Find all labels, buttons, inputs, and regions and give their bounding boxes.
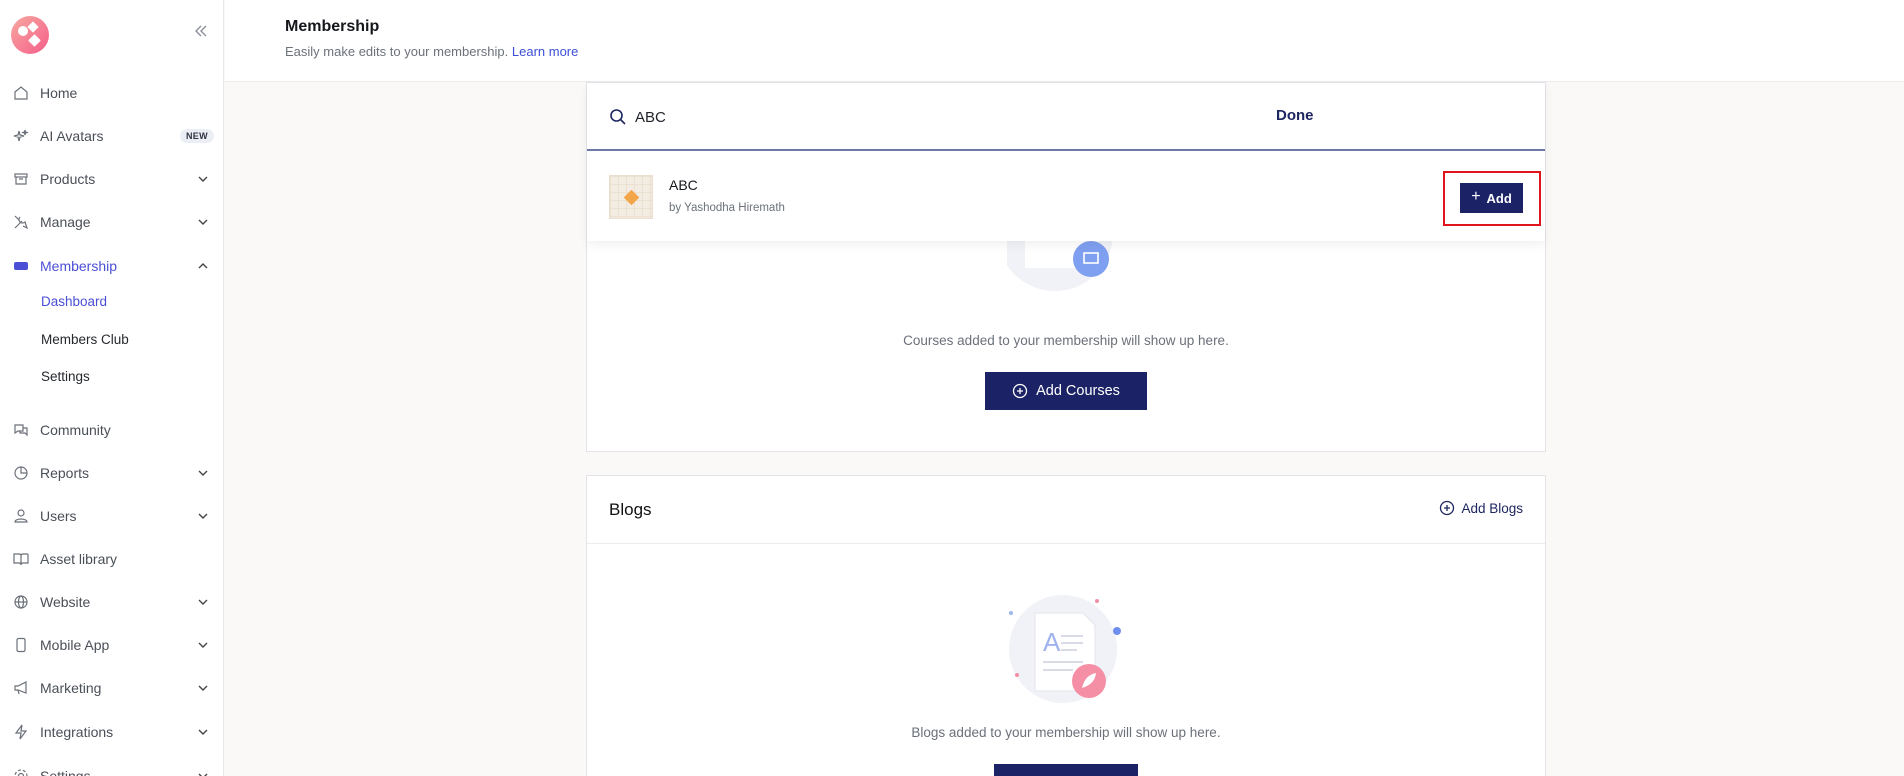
- chevron-down-icon: [196, 595, 210, 609]
- new-badge: NEW: [180, 129, 214, 143]
- sparkle-icon: [13, 128, 29, 144]
- mobile-icon: [13, 637, 29, 653]
- sidebar-item-products[interactable]: Products: [0, 160, 224, 198]
- chevron-down-icon: [196, 638, 210, 652]
- sidebar-item-label: Marketing: [40, 680, 102, 696]
- sidebar-item-ai-avatars[interactable]: AI Avatars NEW: [0, 117, 224, 155]
- course-title: ABC: [669, 177, 698, 193]
- blogs-empty-text: Blogs added to your membership will show…: [911, 725, 1221, 740]
- megaphone-icon: [13, 680, 29, 696]
- page-title: Membership: [285, 18, 380, 35]
- page-subtitle: Easily make edits to your membership. Le…: [285, 44, 578, 59]
- sidebar-item-asset-library[interactable]: Asset library: [0, 540, 224, 578]
- add-blogs-link[interactable]: Add Blogs: [1439, 500, 1523, 516]
- add-label: Add: [1486, 190, 1512, 206]
- course-author: by Yashodha Hiremath: [669, 202, 785, 214]
- search-input[interactable]: [635, 105, 1135, 129]
- sidebar-subitem-settings[interactable]: Settings: [41, 369, 90, 384]
- sidebar-item-manage[interactable]: Manage: [0, 203, 224, 241]
- plus-circle-icon: [1440, 500, 1455, 516]
- sidebar-item-integrations[interactable]: Integrations: [0, 713, 224, 751]
- box-icon: [13, 171, 29, 187]
- page-header: Membership Easily make edits to your mem…: [225, 0, 1904, 82]
- sidebar-item-label: Community: [40, 422, 111, 438]
- course-thumbnail: [609, 175, 653, 219]
- tools-icon: [13, 214, 29, 230]
- sidebar-item-label: Products: [40, 171, 96, 187]
- course-search-panel: Done ABC by Yashodha Hiremath + Add: [587, 83, 1545, 241]
- add-course-button[interactable]: + Add: [1460, 183, 1523, 213]
- blogs-illustration: A: [1009, 595, 1121, 703]
- sidebar-item-mobile-app[interactable]: Mobile App: [0, 626, 224, 664]
- home-icon: [13, 85, 29, 101]
- sidebar-item-label: Mobile App: [40, 637, 110, 653]
- learn-more-link[interactable]: Learn more: [512, 44, 578, 59]
- school-logo-icon[interactable]: [11, 16, 49, 54]
- lightning-icon: [13, 724, 29, 740]
- membership-icon: [13, 258, 29, 274]
- sidebar-item-label: AI Avatars: [40, 128, 104, 144]
- chevron-down-icon: [196, 509, 210, 523]
- chat-icon: [13, 422, 29, 438]
- sidebar-item-settings[interactable]: Settings: [0, 757, 224, 776]
- courses-empty-text: Courses added to your membership will sh…: [903, 333, 1229, 348]
- sidebar-subitem-dashboard[interactable]: Dashboard: [41, 294, 107, 309]
- sidebar-item-reports[interactable]: Reports: [0, 454, 224, 492]
- sidebar-item-label: Manage: [40, 214, 91, 230]
- add-blogs-label: Add Blogs: [1461, 500, 1523, 516]
- sidebar-item-community[interactable]: Community: [0, 411, 224, 449]
- sidebar-item-membership[interactable]: Membership: [0, 247, 224, 285]
- blogs-header: Blogs Add Blogs: [587, 476, 1545, 544]
- blogs-card: Blogs Add Blogs A Blogs added to your me…: [586, 475, 1546, 776]
- blogs-title: Blogs: [609, 500, 652, 519]
- search-result-item: ABC by Yashodha Hiremath + Add: [587, 151, 1545, 241]
- chevron-down-icon: [196, 681, 210, 695]
- globe-icon: [13, 594, 29, 610]
- add-courses-label: Add Courses: [1036, 383, 1120, 399]
- pie-chart-icon: [13, 465, 29, 481]
- sidebar-item-label: Asset library: [40, 551, 118, 567]
- svg-text:A: A: [1043, 627, 1061, 657]
- chevron-down-icon: [196, 725, 210, 739]
- add-blogs-button[interactable]: [994, 764, 1138, 776]
- user-icon: [13, 508, 29, 524]
- sidebar-item-label: Home: [40, 85, 78, 101]
- chevron-down-icon: [196, 215, 210, 229]
- plus-circle-icon: [1012, 383, 1028, 399]
- sidebar-subitem-members-club[interactable]: Members Club: [41, 332, 129, 347]
- done-button[interactable]: Done: [1276, 107, 1314, 124]
- add-courses-button[interactable]: Add Courses: [985, 372, 1147, 410]
- chevron-down-icon: [196, 769, 210, 776]
- search-row: Done: [587, 83, 1545, 151]
- sidebar-item-label: Users: [40, 508, 77, 524]
- sidebar-item-label: Reports: [40, 465, 90, 481]
- search-icon: [610, 109, 626, 125]
- sidebar-item-label: Settings: [40, 768, 91, 776]
- collapse-sidebar-icon[interactable]: [192, 22, 210, 40]
- sidebar-item-label: Membership: [40, 258, 118, 274]
- sidebar: Home AI Avatars NEW Products Manage Memb…: [0, 0, 224, 776]
- sidebar-item-label: Website: [40, 594, 91, 610]
- sidebar-item-home[interactable]: Home: [0, 74, 224, 112]
- sidebar-item-label: Integrations: [40, 724, 114, 740]
- gear-icon: [13, 768, 29, 776]
- chevron-down-icon: [196, 466, 210, 480]
- sidebar-item-marketing[interactable]: Marketing: [0, 669, 224, 707]
- sidebar-item-website[interactable]: Website: [0, 583, 224, 621]
- sidebar-item-users[interactable]: Users: [0, 497, 224, 535]
- chevron-up-icon: [196, 259, 210, 273]
- chevron-down-icon: [196, 172, 210, 186]
- book-icon: [13, 551, 29, 567]
- plus-icon: +: [1471, 188, 1481, 205]
- subtitle-text: Easily make edits to your membership.: [285, 44, 509, 59]
